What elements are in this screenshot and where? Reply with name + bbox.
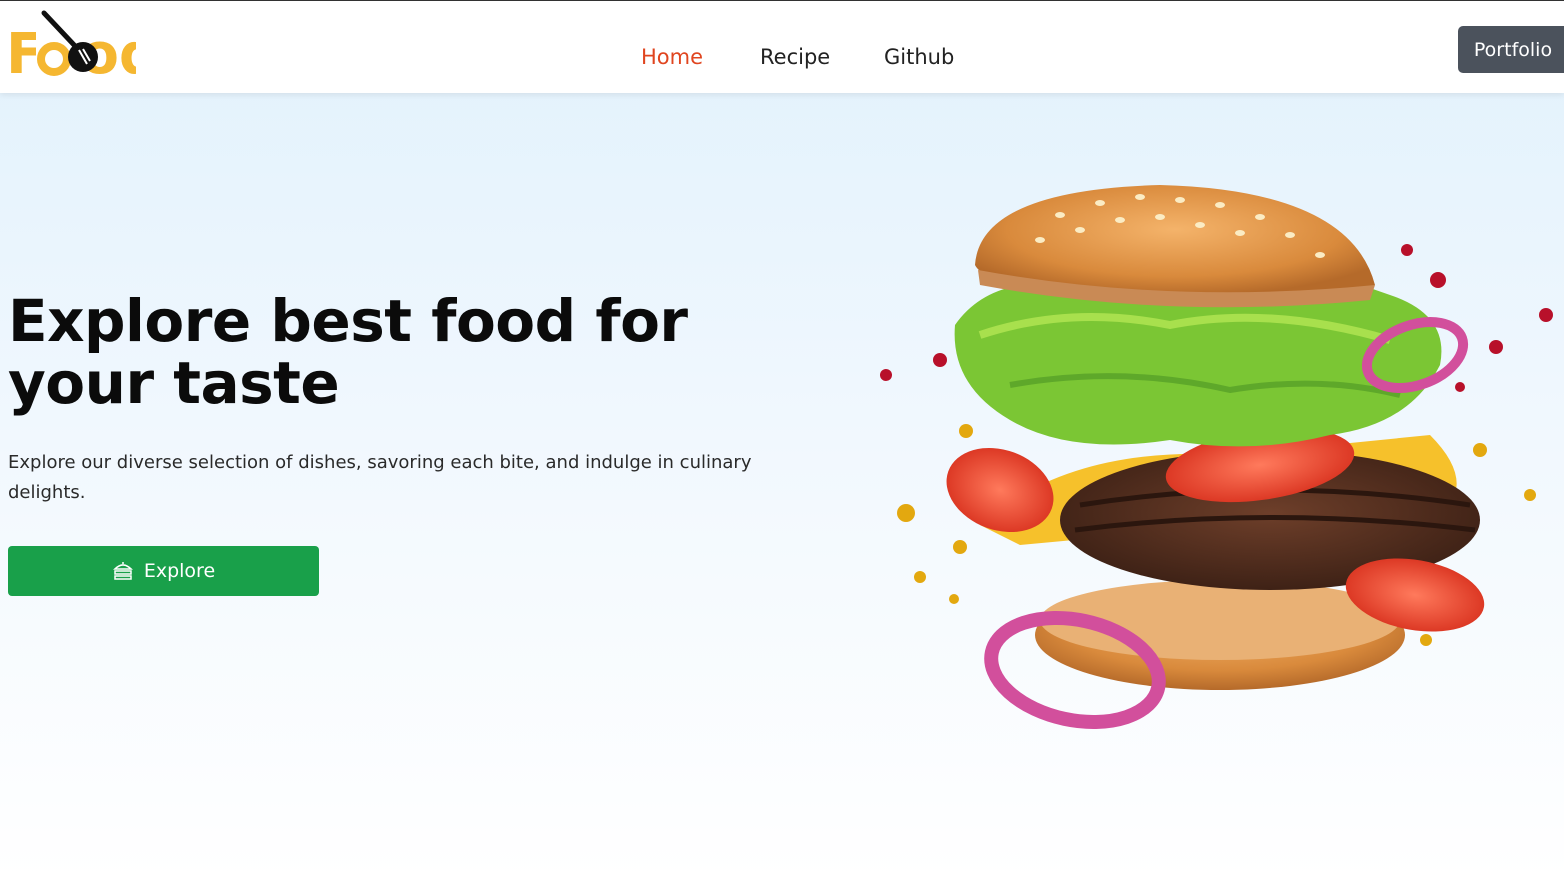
brand-logo[interactable]: Food (6, 9, 136, 81)
burger-hero-image (880, 185, 1553, 730)
food-tray-icon (112, 562, 133, 580)
explore-button-label: Explore (143, 560, 216, 582)
nav-home-link[interactable]: Home (641, 41, 703, 73)
hero-title: Explore best food for your taste (8, 287, 688, 417)
portfolio-button[interactable]: Portfolio (1458, 26, 1564, 73)
explore-button[interactable]: Explore (8, 546, 319, 596)
navbar: Food Home Recipe Github Portfolio (0, 1, 1564, 93)
nav-github-link[interactable]: Github (884, 41, 954, 73)
hero-description: Explore our diverse selection of dishes,… (8, 452, 752, 503)
logo-mark: Food (6, 10, 136, 81)
nav-recipe-link[interactable]: Recipe (760, 41, 830, 73)
